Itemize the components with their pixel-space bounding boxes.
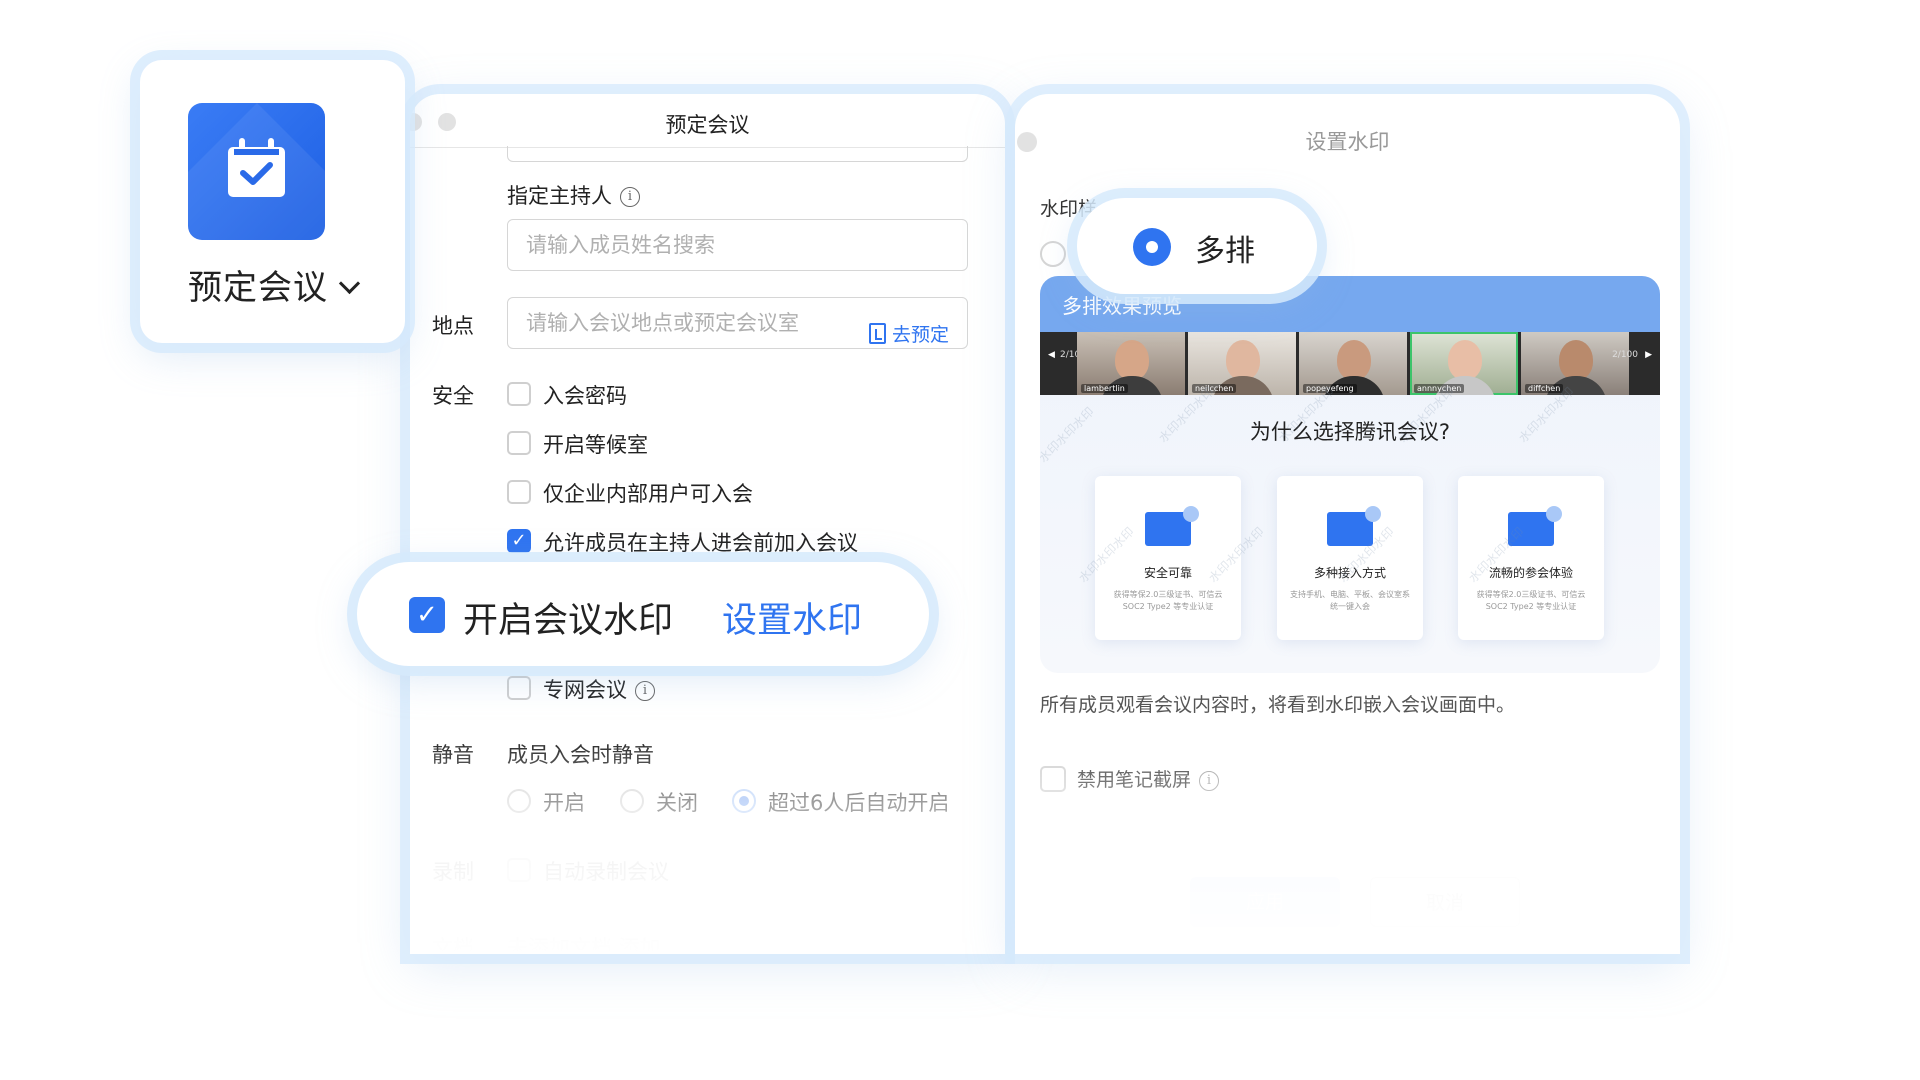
location-label: 地点	[432, 314, 474, 338]
join-before-host-label: 允许成员在主持人进会前加入会议	[543, 531, 858, 555]
info-icon[interactable]: i	[620, 187, 640, 207]
join-before-host-checkbox[interactable]: ✓	[507, 529, 531, 553]
previous-field	[507, 146, 968, 162]
info-icon[interactable]: i	[1199, 770, 1220, 791]
mute-sub-label: 成员入会时静音	[507, 743, 654, 767]
watermark-description: 所有成员观看会议内容时，将看到水印嵌入会议画面中。	[1040, 694, 1516, 716]
mute-label: 静音	[432, 743, 474, 767]
disable-screenshot-row: 禁用笔记截屏 i	[1077, 765, 1220, 792]
multi-row-radio[interactable]	[1133, 228, 1171, 266]
feature-desc: 获得等保2.0三级证书、可信云 SOC2 Type2 等专业认证	[1476, 590, 1586, 611]
multi-row-option-pill: 多排	[1077, 198, 1317, 294]
single-row-radio[interactable]	[1040, 241, 1066, 267]
internal-only-label: 仅企业内部用户可入会	[543, 482, 753, 506]
record-label: 录制	[432, 860, 474, 884]
book-room-label: 去预定	[891, 324, 949, 346]
host-search-placeholder: 请输入成员姓名搜索	[526, 233, 715, 257]
security-label: 安全	[432, 384, 474, 408]
meeting-password-checkbox[interactable]	[507, 382, 531, 406]
schedule-meeting-dialog: 预定会议 指定主持人 i 请输入成员姓名搜索 地点 请输入会议地点或预定会议室 去…	[410, 94, 1005, 954]
participant-name: lambertlin	[1081, 384, 1128, 393]
dialog-titlebar: 预定会议	[410, 94, 1005, 148]
book-meeting-row: 预定会议	[140, 260, 405, 309]
participant-face	[1559, 340, 1593, 380]
location-placeholder: 请输入会议地点或预定会议室	[526, 311, 799, 335]
location-input[interactable]: 请输入会议地点或预定会议室 去预定	[507, 297, 968, 349]
host-label: 指定主持人	[507, 184, 612, 208]
multi-row-preview: 多排效果预览 ◀ 2/100 lambertlin neilcchen pope…	[1040, 276, 1660, 673]
dialog-title: 预定会议	[665, 113, 750, 137]
mute-off-radio[interactable]	[620, 789, 644, 813]
private-network-label: 专网会议	[543, 678, 627, 702]
host-search-input[interactable]: 请输入成员姓名搜索	[507, 219, 968, 271]
feature-desc: 获得等保2.0三级证书、可信云 SOC2 Type2 等专业认证	[1113, 590, 1223, 611]
mute-auto-label: 超过6人后自动开启	[768, 791, 950, 815]
waiting-room-label: 开启等候室	[543, 433, 648, 457]
set-watermark-link[interactable]: 设置水印	[722, 592, 862, 643]
bottom-fade	[410, 734, 1005, 954]
calendar-check-icon	[188, 103, 325, 240]
participant-face	[1448, 340, 1482, 380]
info-icon[interactable]: i	[635, 681, 655, 701]
docs-value: 未添加文档 添加	[507, 936, 661, 954]
video-tile-active[interactable]: annnychen	[1410, 332, 1518, 395]
waiting-room-checkbox[interactable]	[507, 431, 531, 455]
preview-title: 多排效果预览	[1062, 294, 1182, 318]
mute-on-radio[interactable]	[507, 789, 531, 813]
mute-off-label: 关闭	[656, 791, 698, 815]
chevron-down-icon	[338, 272, 361, 295]
disable-screenshot-label: 禁用笔记截屏	[1077, 769, 1192, 791]
auto-record-label: 自动录制会议	[543, 860, 669, 884]
enable-watermark-label: 开启会议水印	[463, 601, 674, 641]
docs-label: 文档	[432, 936, 474, 954]
disable-screenshot-checkbox[interactable]	[1040, 766, 1066, 792]
participant-face	[1337, 340, 1371, 380]
mute-auto-radio[interactable]	[732, 789, 756, 813]
room-icon	[868, 323, 886, 344]
feature-desc: 支持手机、电脑、平板、会议室系统一键入会	[1290, 590, 1410, 611]
book-meeting-card[interactable]: 预定会议	[140, 60, 405, 343]
book-meeting-label: 预定会议	[188, 268, 328, 308]
video-tile[interactable]: diffchen	[1521, 332, 1629, 395]
page-indicator-right: 2/100	[1612, 350, 1638, 360]
apply-button[interactable]: 应用	[1190, 877, 1340, 927]
cancel-button[interactable]: 取消	[1370, 877, 1520, 927]
watermark-dialog-title: 设置水印	[1305, 130, 1390, 154]
host-row-label: 指定主持人 i	[507, 180, 640, 210]
next-page-icon[interactable]: ▶	[1645, 350, 1652, 360]
stage: 预定会议 指定主持人 i 请输入成员姓名搜索 地点 请输入会议地点或预定会议室 去…	[0, 0, 1920, 1080]
auto-record-checkbox[interactable]	[507, 858, 531, 882]
why-choose-title: 为什么选择腾讯会议?	[1249, 420, 1451, 444]
private-network-row: 专网会议 i	[543, 674, 655, 704]
meeting-watermark-pill: ✓ 开启会议水印 设置水印	[357, 562, 929, 666]
participant-face	[1115, 340, 1149, 380]
video-tile[interactable]: lambertlin	[1077, 332, 1185, 395]
book-room-link[interactable]: 去预定	[868, 310, 949, 360]
participant-face	[1226, 340, 1260, 380]
private-network-checkbox[interactable]	[507, 676, 531, 700]
meeting-password-label: 入会密码	[543, 384, 627, 408]
internal-only-checkbox[interactable]	[507, 480, 531, 504]
monitor-shield-icon	[1145, 506, 1199, 546]
mute-on-label: 开启	[543, 791, 585, 815]
prev-page-icon[interactable]: ◀	[1048, 350, 1055, 360]
enable-watermark-checkbox[interactable]: ✓	[409, 597, 445, 633]
multi-row-label: 多排	[1195, 234, 1255, 269]
video-tile[interactable]: popeyefeng	[1299, 332, 1407, 395]
